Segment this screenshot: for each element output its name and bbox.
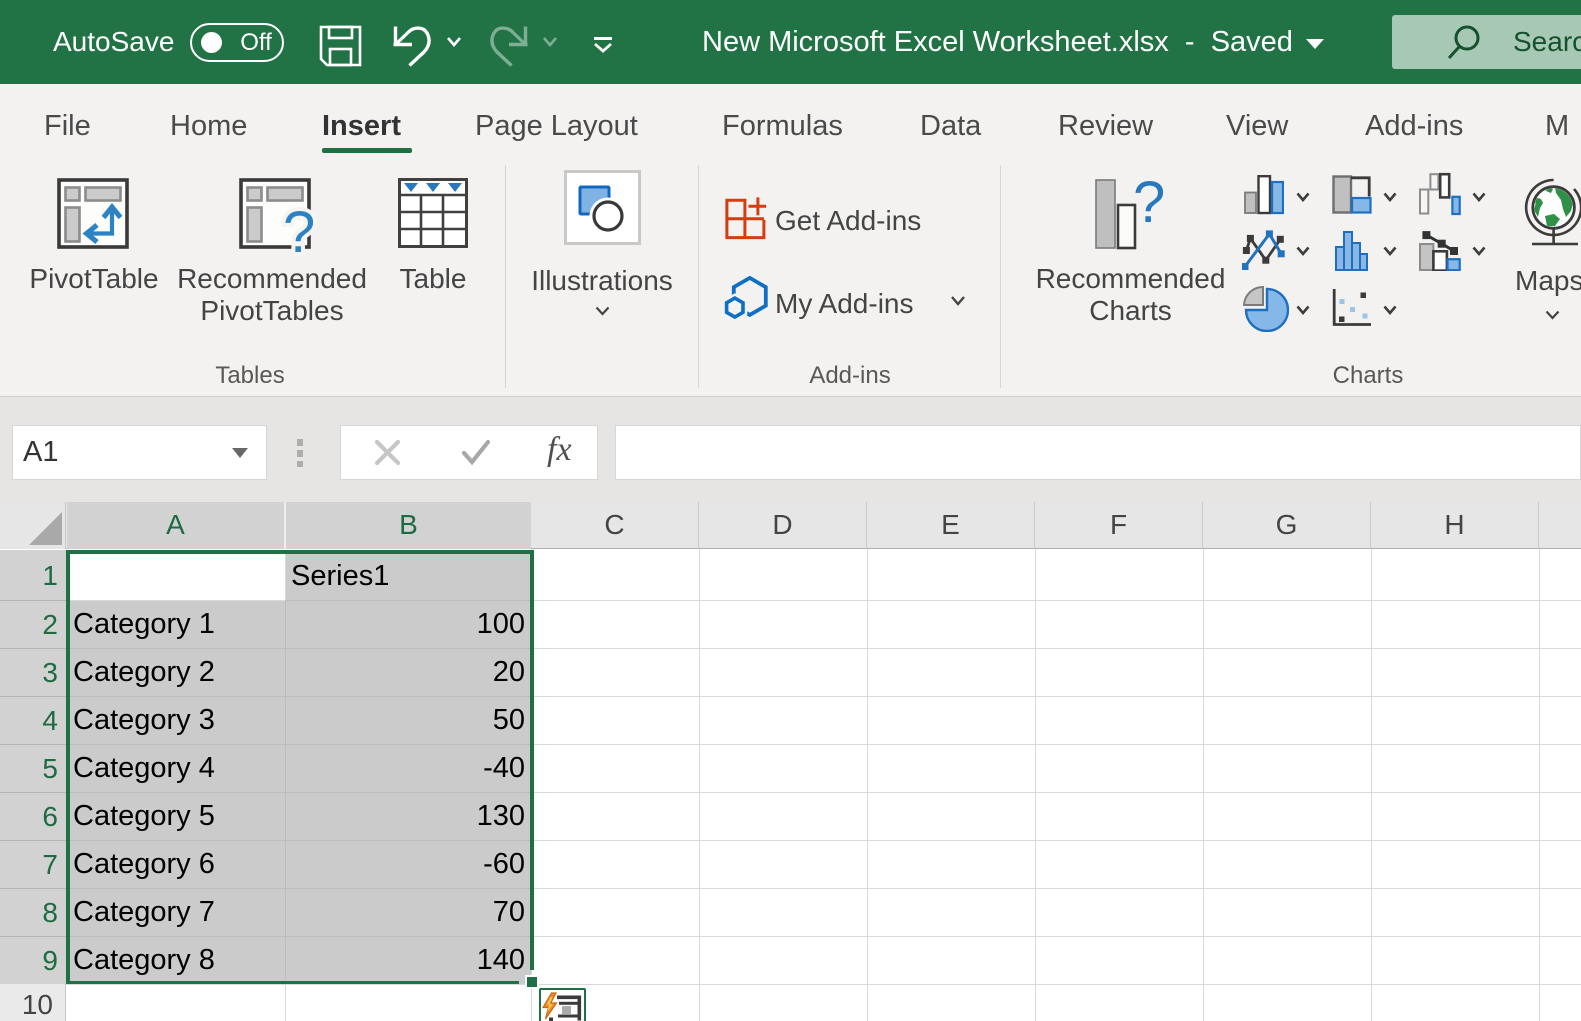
svg-text:?: ? [1133,175,1165,235]
svg-text:?: ? [283,200,315,256]
